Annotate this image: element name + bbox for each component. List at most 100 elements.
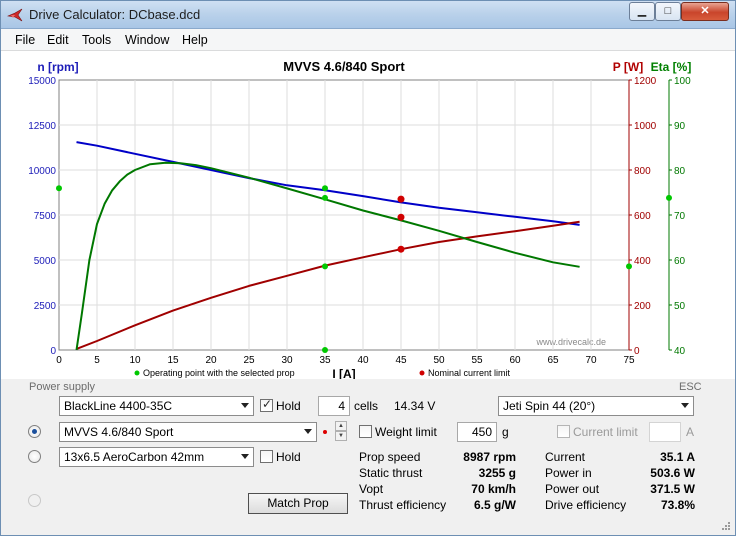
eta-axis-label: Eta [%] <box>651 60 692 74</box>
title-bar[interactable]: Drive Calculator: DCbase.dcd ▁ □ ✕ <box>1 1 735 29</box>
legend-nominal-marker <box>419 370 425 376</box>
current-axis-label: I [A] <box>332 367 355 379</box>
result-value: 6.5 g/W <box>473 498 516 512</box>
rpm-tick-label: 12500 <box>28 121 56 132</box>
chevron-down-icon <box>681 403 689 408</box>
motor-select[interactable]: MVVS 4.6/840 Sport <box>59 422 317 442</box>
nominal-limit-marker <box>397 213 405 221</box>
eta-tick-label: 100 <box>674 76 691 87</box>
result-value: 70 km/h <box>471 482 516 496</box>
result-label: Prop speed <box>359 450 421 464</box>
battery-select-value: BlackLine 4400-35C <box>64 399 173 413</box>
power-supply-section-label: Power supply <box>29 381 96 393</box>
eta-tick-label: 70 <box>674 211 686 222</box>
motor-radio[interactable] <box>28 425 41 438</box>
operating-point-marker <box>626 263 632 270</box>
result-label: Drive efficiency <box>545 498 627 512</box>
weight-unit-label: g <box>502 425 509 439</box>
rpm-tick-label: 5000 <box>34 256 57 267</box>
menu-help[interactable]: Help <box>182 33 208 47</box>
current-limit-input[interactable] <box>649 422 681 442</box>
cells-label: cells <box>354 399 379 413</box>
legend-op-point-label: Operating point with the selected prop <box>143 368 295 378</box>
app-plane-icon <box>7 8 23 22</box>
operating-point-marker <box>322 194 328 201</box>
eta-tick-label: 60 <box>674 256 686 267</box>
result-label: Thrust efficiency <box>359 498 447 512</box>
result-value: 35.1 A <box>660 450 695 464</box>
eta-tick-label: 40 <box>674 346 686 357</box>
weight-limit-checkbox[interactable] <box>359 425 372 438</box>
battery-hold-checkbox[interactable] <box>260 397 273 412</box>
match-prop-button[interactable]: Match Prop <box>248 493 348 514</box>
chevron-down-icon <box>304 429 312 434</box>
x-tick-label: 30 <box>281 355 293 366</box>
drive-chart: MVVS 4.6/840 Sport n [rpm] P [W] Eta [%]… <box>1 51 735 379</box>
menu-edit[interactable]: Edit <box>47 33 69 47</box>
battery-hold-label: Hold <box>276 399 301 413</box>
result-label: Current <box>545 450 586 464</box>
rpm-tick-label: 7500 <box>34 211 57 222</box>
result-value: 503.6 W <box>650 466 695 480</box>
chart-title: MVVS 4.6/840 Sport <box>283 59 405 74</box>
result-label: Static thrust <box>359 466 423 480</box>
weight-limit-input[interactable]: 450 <box>457 422 497 442</box>
close-button[interactable]: ✕ <box>681 2 729 21</box>
match-prop-radio[interactable] <box>28 494 41 507</box>
power-tick-label: 200 <box>634 301 651 312</box>
menu-bar: File Edit Tools Window Help <box>1 29 735 51</box>
resize-grip-icon[interactable] <box>721 521 731 531</box>
operating-point-marker <box>666 194 672 201</box>
eta-tick-label: 50 <box>674 301 686 312</box>
x-tick-label: 65 <box>547 355 559 366</box>
minimize-button[interactable]: ▁ <box>629 2 655 21</box>
x-tick-label: 50 <box>433 355 445 366</box>
operating-point-marker <box>56 185 62 192</box>
watermark: www.drivecalc.de <box>535 337 606 347</box>
prop-select-value: 13x6.5 AeroCarbon 42mm <box>64 450 205 464</box>
result-label: Power out <box>545 482 600 496</box>
power-tick-label: 1200 <box>634 76 657 87</box>
prop-select[interactable]: 13x6.5 AeroCarbon 42mm <box>59 447 254 467</box>
x-tick-label: 55 <box>471 355 483 366</box>
esc-select[interactable]: Jeti Spin 44 (20°) <box>498 396 694 416</box>
current-limit-checkbox[interactable] <box>557 425 570 438</box>
power-tick-label: 600 <box>634 211 651 222</box>
x-tick-label: 0 <box>56 355 62 366</box>
result-value: 73.8% <box>660 498 695 512</box>
cells-input[interactable]: 4 <box>318 396 350 416</box>
operating-point-marker <box>322 347 328 353</box>
legend-op-point-marker <box>134 370 140 376</box>
maximize-button[interactable]: □ <box>655 2 681 21</box>
nominal-limit-marker <box>397 245 405 253</box>
x-tick-label: 40 <box>357 355 369 366</box>
rpm-tick-label: 0 <box>50 346 56 357</box>
power-tick-label: 0 <box>634 346 640 357</box>
rpm-tick-label: 10000 <box>28 166 56 177</box>
result-value: 8987 rpm <box>463 450 516 464</box>
eta-tick-label: 80 <box>674 166 686 177</box>
menu-window[interactable]: Window <box>125 33 169 47</box>
x-tick-label: 10 <box>129 355 141 366</box>
x-tick-label: 60 <box>509 355 521 366</box>
power-tick-label: 1000 <box>634 121 657 132</box>
motor-select-value: MVVS 4.6/840 Sport <box>64 425 174 439</box>
operating-point-marker <box>322 185 328 192</box>
rpm-tick-label: 2500 <box>34 301 57 312</box>
menu-tools[interactable]: Tools <box>82 33 111 47</box>
x-tick-label: 45 <box>395 355 407 366</box>
operating-point-marker <box>322 263 328 270</box>
esc-section-label: ESC <box>679 381 702 393</box>
result-label: Vopt <box>359 482 384 496</box>
x-tick-label: 35 <box>319 355 331 366</box>
prop-radio[interactable] <box>28 450 41 463</box>
current-limit-label: Current limit <box>573 425 638 439</box>
result-value: 371.5 W <box>650 482 695 496</box>
battery-select[interactable]: BlackLine 4400-35C <box>59 396 254 416</box>
prop-hold-checkbox[interactable] <box>260 450 273 463</box>
menu-file[interactable]: File <box>15 33 35 47</box>
legend-nominal-label: Nominal current limit <box>428 368 511 378</box>
motor-spinner[interactable]: ▲ ▼ <box>335 421 347 441</box>
x-tick-label: 25 <box>243 355 255 366</box>
weight-limit-label: Weight limit <box>375 425 437 439</box>
